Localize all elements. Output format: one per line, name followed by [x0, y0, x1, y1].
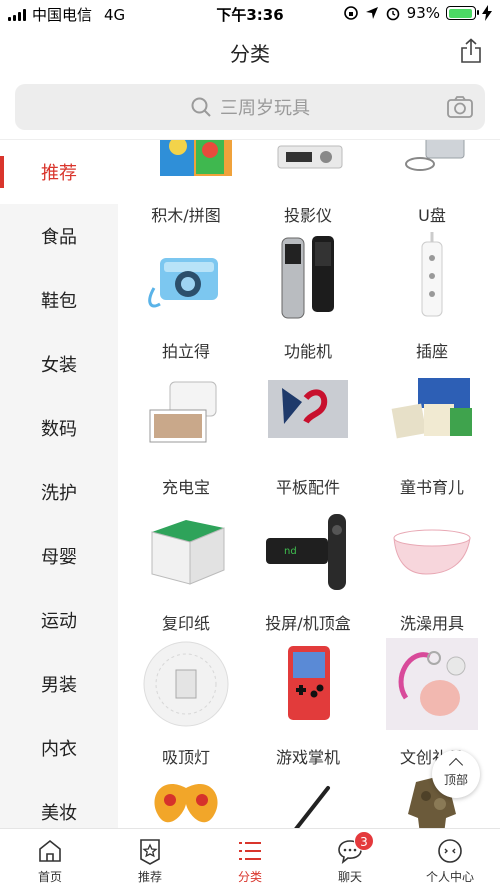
- books-icon: [391, 378, 472, 439]
- svg-text:nd: nd: [284, 546, 297, 557]
- rotation-lock-icon: [343, 6, 358, 20]
- butterfly-kite-icon: [154, 784, 218, 823]
- camera-icon[interactable]: [447, 96, 473, 118]
- page-title: 分类: [230, 42, 270, 66]
- grid-item-label: 投屏/机顶盒: [265, 614, 351, 633]
- category-sidebar: 推荐 食品 鞋包 女装 数码 洗护 母婴 运动 男装 内衣 美妆: [0, 140, 118, 828]
- grid-item-handheld-console[interactable]: 游戏掌机: [248, 638, 368, 768]
- tab-recommend[interactable]: 推荐: [100, 829, 200, 888]
- category-list-icon: [239, 842, 261, 860]
- tab-label: 推荐: [137, 870, 162, 884]
- home-icon: [39, 839, 61, 862]
- unread-badge: 3: [354, 831, 374, 851]
- grid-item-ceiling-lamp[interactable]: 吸顶灯: [126, 638, 246, 768]
- sidebar-item-underwear[interactable]: 内衣: [0, 716, 118, 780]
- grid-item-childrens-books[interactable]: 童书育儿: [372, 368, 492, 498]
- camera-icon: [148, 258, 218, 308]
- grid-item-projector[interactable]: 投影仪: [248, 140, 368, 226]
- sidebar-item-food[interactable]: 食品: [0, 204, 118, 268]
- grid-item-power-bank[interactable]: 充电宝: [126, 368, 246, 498]
- battery-icon: [446, 6, 479, 20]
- grid-item-instant-camera[interactable]: 拍立得: [126, 232, 246, 362]
- grid-item-tv-box[interactable]: nd 投屏/机顶盒: [248, 504, 368, 634]
- sidebar-item-shoes-bags[interactable]: 鞋包: [0, 268, 118, 332]
- grid-item-label: 积木/拼图: [151, 206, 221, 225]
- grid-item-usb[interactable]: U盘: [372, 140, 492, 226]
- grid-item-label: 吸顶灯: [161, 748, 210, 767]
- grid-item-label: 平板配件: [275, 478, 340, 497]
- grid-item-label: 充电宝: [161, 478, 210, 497]
- usb-drive-icon: [405, 140, 465, 171]
- grid-item-label: 游戏掌机: [275, 748, 340, 767]
- sidebar-item-mens[interactable]: 男装: [0, 652, 118, 716]
- sidebar-item-personal-care[interactable]: 洗护: [0, 460, 118, 524]
- tab-home[interactable]: 首页: [0, 829, 100, 888]
- grid-item-label: 插座: [415, 342, 448, 361]
- tab-label: 聊天: [337, 870, 362, 884]
- charging-icon: [482, 5, 492, 21]
- tab-category[interactable]: 分类: [200, 829, 300, 888]
- search-icon: [191, 97, 211, 117]
- grid-item-puzzle[interactable]: 积木/拼图: [126, 140, 246, 226]
- keychain-icon: [386, 638, 478, 730]
- tv-box-icon: nd: [266, 514, 346, 590]
- sidebar-item-recommend[interactable]: 推荐: [0, 140, 118, 204]
- grid-item-copy-paper[interactable]: 复印纸: [126, 504, 246, 634]
- battery-percent: 93%: [406, 4, 440, 22]
- grid-item-kite[interactable]: [126, 774, 246, 828]
- grid-item-tablet-accessory[interactable]: 平板配件: [248, 368, 368, 498]
- grid-item-bath-supplies[interactable]: 洗澡用具: [372, 504, 492, 634]
- grid-item-label: 复印纸: [161, 614, 210, 633]
- projector-icon: [277, 145, 343, 169]
- tab-chat[interactable]: 聊天 3: [300, 829, 400, 888]
- grid-item-label: 童书育儿: [399, 478, 464, 497]
- tab-profile[interactable]: 个人中心: [400, 829, 500, 888]
- paper-box-icon: [151, 520, 225, 585]
- tab-label: 个人中心: [425, 870, 474, 884]
- star-tag-icon: [140, 839, 160, 865]
- tab-bar: 首页 推荐 分类 聊天 3 个人中心: [0, 828, 500, 888]
- ceiling-lamp-icon: [143, 641, 229, 727]
- puzzle-icon: [160, 140, 240, 176]
- sidebar-item-digital[interactable]: 数码: [0, 396, 118, 460]
- profile-icon: [438, 839, 462, 863]
- back-to-top-button[interactable]: 顶部: [432, 750, 480, 798]
- search-placeholder: 三周岁玩具: [220, 98, 310, 119]
- sidebar-item-beauty[interactable]: 美妆: [0, 780, 118, 828]
- game-console-icon: [288, 646, 330, 720]
- tablet-case-icon: [268, 380, 348, 438]
- power-strip-icon: [421, 232, 443, 317]
- grid-item-label: 拍立得: [161, 342, 210, 361]
- grid-item-label: U盘: [418, 206, 446, 225]
- search-bar[interactable]: 三周岁玩具: [15, 84, 485, 130]
- share-icon[interactable]: [458, 38, 484, 64]
- pen-icon: [294, 786, 330, 828]
- grid-item-power-strip[interactable]: 插座: [372, 232, 492, 362]
- alarm-icon: [386, 7, 399, 21]
- grid-item-label: 投影仪: [283, 206, 332, 225]
- sidebar-item-womens[interactable]: 女装: [0, 332, 118, 396]
- product-grid: 积木/拼图 投影仪 U盘 拍立得 功能机 插座 充电宝 平板配件 童书育儿 复印…: [118, 140, 500, 828]
- grid-item-label: 功能机: [283, 342, 332, 361]
- sidebar-item-sports[interactable]: 运动: [0, 588, 118, 652]
- grid-item-cultural-gifts[interactable]: 文创礼品: [372, 638, 492, 768]
- grid-item-feature-phone[interactable]: 功能机: [248, 232, 368, 362]
- location-icon: [365, 7, 378, 19]
- back-to-top-label: 顶部: [443, 773, 468, 787]
- nav-bar: 分类: [0, 26, 500, 78]
- grid-item-label: 洗澡用具: [399, 614, 464, 633]
- bathtub-icon: [393, 529, 471, 575]
- tab-label: 首页: [37, 870, 62, 884]
- photo-printer-icon: [149, 381, 217, 443]
- grid-item-pen[interactable]: [248, 774, 368, 828]
- chevron-up-icon: [448, 757, 464, 773]
- tab-label: 分类: [237, 870, 262, 884]
- status-bar: 中国电信 4G 下午3:36 93%: [0, 0, 500, 26]
- sidebar-item-baby[interactable]: 母婴: [0, 524, 118, 588]
- feature-phone-icon: [281, 236, 334, 319]
